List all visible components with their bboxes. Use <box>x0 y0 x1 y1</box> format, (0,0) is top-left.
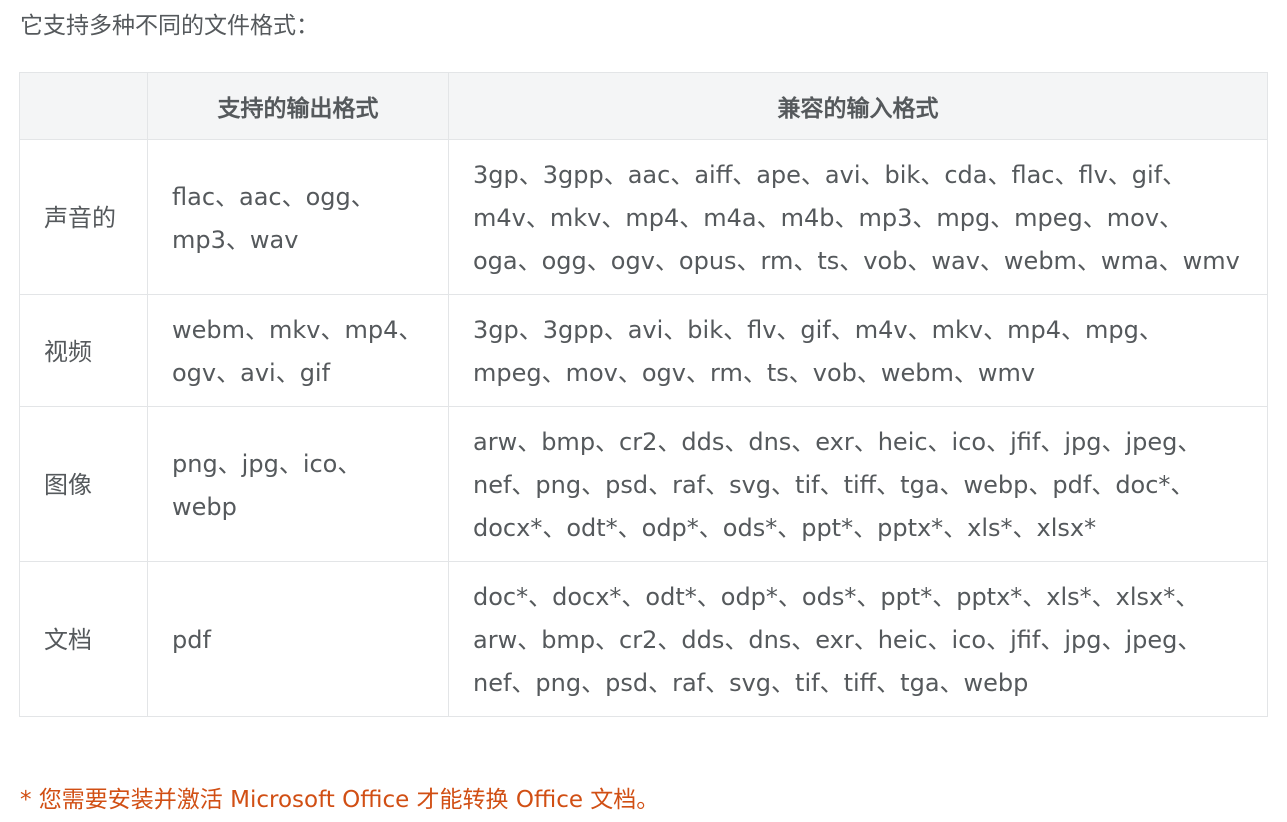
row-input: doc*、docx*、odt*、odp*、ods*、ppt*、pptx*、xls… <box>448 561 1268 717</box>
row-output: pdf <box>147 561 449 717</box>
row-input: arw、bmp、cr2、dds、dns、exr、heic、ico、jfif、jp… <box>448 406 1268 562</box>
header-output-formats: 支持的输出格式 <box>147 72 449 140</box>
row-type: 视频 <box>19 294 148 407</box>
row-type: 文档 <box>19 561 148 717</box>
intro-text: 它支持多种不同的文件格式： <box>20 13 319 39</box>
table-row: 文档 pdf doc*、docx*、odt*、odp*、ods*、ppt*、pp… <box>19 561 1268 717</box>
table-header-row: 支持的输出格式 兼容的输入格式 <box>19 72 1268 140</box>
row-output: webm、mkv、mp4、ogv、avi、gif <box>147 294 449 407</box>
row-output: png、jpg、ico、webp <box>147 406 449 562</box>
row-input: 3gp、3gpp、avi、bik、flv、gif、m4v、mkv、mp4、mpg… <box>448 294 1268 407</box>
row-type: 声音的 <box>19 139 148 295</box>
table-row: 图像 png、jpg、ico、webp arw、bmp、cr2、dds、dns、… <box>19 406 1268 562</box>
header-type <box>19 72 148 140</box>
row-type: 图像 <box>19 406 148 562</box>
row-output: flac、aac、ogg、mp3、wav <box>147 139 449 295</box>
table-row: 视频 webm、mkv、mp4、ogv、avi、gif 3gp、3gpp、avi… <box>19 294 1268 407</box>
row-input: 3gp、3gpp、aac、aiff、ape、avi、bik、cda、flac、f… <box>448 139 1268 295</box>
header-input-formats: 兼容的输入格式 <box>448 72 1268 140</box>
formats-table: 支持的输出格式 兼容的输入格式 声音的 flac、aac、ogg、mp3、wav… <box>19 72 1268 717</box>
office-footnote: * 您需要安装并激活 Microsoft Office 才能转换 Office … <box>20 787 660 813</box>
table-row: 声音的 flac、aac、ogg、mp3、wav 3gp、3gpp、aac、ai… <box>19 139 1268 295</box>
